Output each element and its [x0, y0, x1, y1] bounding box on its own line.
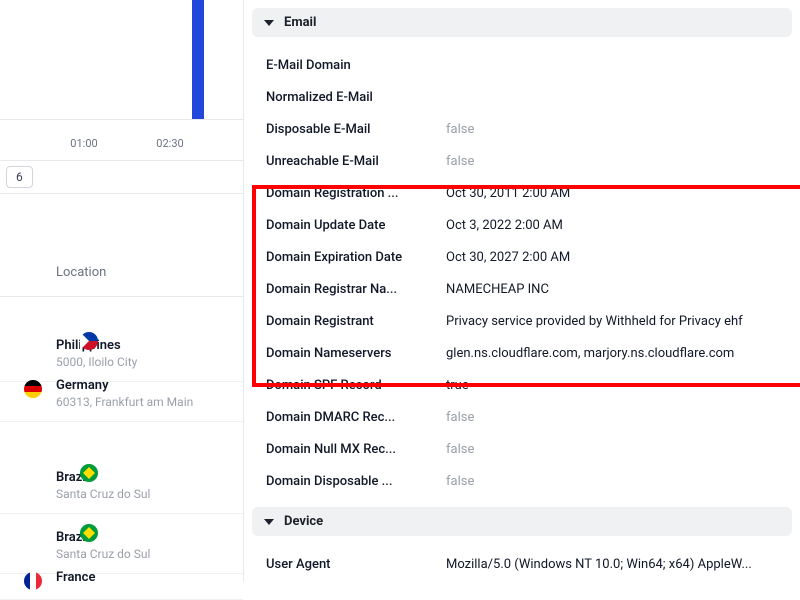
detail-label: Domain DMARC Rec...	[266, 410, 446, 425]
detail-row: Domain Nameserversglen.ns.cloudflare.com…	[252, 337, 792, 369]
detail-label: User Agent	[266, 557, 446, 572]
location-row[interactable]: Germany 60313, Frankfurt am Main	[0, 366, 243, 422]
detail-label: Domain SPF Record	[266, 378, 446, 393]
section-title: Email	[284, 15, 316, 30]
detail-value: glen.ns.cloudflare.com, marjory.ns.cloud…	[446, 346, 778, 361]
detail-row: Normalized E-Mail	[252, 81, 792, 113]
detail-value: Oct 30, 2027 2:00 AM	[446, 250, 778, 265]
flag-icon	[80, 332, 98, 350]
location-country: France	[56, 570, 231, 585]
chart-bar	[192, 0, 204, 119]
collapse-icon	[264, 519, 274, 525]
flag-icon	[80, 464, 98, 482]
detail-value: Mozilla/5.0 (Windows NT 10.0; Win64; x64…	[446, 557, 778, 572]
detail-label: Domain Disposable ...	[266, 474, 446, 489]
detail-label: Domain Expiration Date	[266, 250, 446, 265]
detail-label: Domain Registrant	[266, 314, 446, 329]
time-tick: 01:00	[70, 137, 97, 150]
detail-value: Privacy service provided by Withheld for…	[446, 314, 778, 329]
detail-label: Domain Nameservers	[266, 346, 446, 361]
email-details: E-Mail Domain Normalized E-Mail Disposable…	[252, 45, 792, 507]
detail-label: Disposable E-Mail	[266, 122, 446, 137]
detail-row: Domain Expiration DateOct 30, 2027 2:00 …	[252, 241, 792, 273]
detail-row: Unreachable E-Mailfalse	[252, 145, 792, 177]
detail-row: Domain Update DateOct 3, 2022 2:00 AM	[252, 209, 792, 241]
detail-row: Domain Registration ...Oct 30, 2011 2:00…	[252, 177, 792, 209]
filter-chip-row: 6	[0, 160, 243, 194]
flag-icon	[24, 572, 42, 590]
detail-label: Domain Update Date	[266, 218, 446, 233]
flag-icon	[80, 524, 98, 542]
detail-value: false	[446, 474, 778, 489]
detail-label: Domain Registrar Na...	[266, 282, 446, 297]
detail-row: Domain DMARC Rec...false	[252, 401, 792, 433]
detail-label: Normalized E-Mail	[266, 90, 446, 105]
timeline-chart	[0, 0, 243, 120]
detail-label: Unreachable E-Mail	[266, 154, 446, 169]
device-details: User Agent Mozilla/5.0 (Windows NT 10.0;…	[252, 544, 792, 590]
section-title: Device	[284, 514, 323, 529]
detail-value: Oct 3, 2022 2:00 AM	[446, 218, 778, 233]
detail-row: Domain SPF Recordtrue	[252, 369, 792, 401]
detail-value: false	[446, 410, 778, 425]
count-chip[interactable]: 6	[6, 166, 33, 188]
left-sidebar: 01:00 02:30 6 Location Philippines 5000,…	[0, 0, 244, 582]
detail-row: Disposable E-Mailfalse	[252, 113, 792, 145]
location-column-header: Location	[0, 265, 243, 280]
detail-row: Domain Registrar Na...NAMECHEAP INC	[252, 273, 792, 305]
detail-row: Domain Disposable ...false	[252, 465, 792, 497]
divider	[0, 296, 243, 297]
location-country: Germany	[56, 378, 231, 393]
detail-row: Domain Null MX Rec...false	[252, 433, 792, 465]
detail-value: Oct 30, 2011 2:00 AM	[446, 186, 778, 201]
section-header-email[interactable]: Email	[252, 8, 792, 37]
detail-label: E-Mail Domain	[266, 58, 446, 73]
detail-row: Domain RegistrantPrivacy service provide…	[252, 305, 792, 337]
chart-x-axis: 01:00 02:30	[0, 125, 243, 155]
section-header-device[interactable]: Device	[252, 507, 792, 536]
time-tick: 02:30	[156, 137, 183, 150]
detail-value: true	[446, 378, 778, 393]
detail-row: E-Mail Domain	[252, 49, 792, 81]
detail-row: User Agent Mozilla/5.0 (Windows NT 10.0;…	[252, 548, 792, 580]
detail-label: Domain Registration ...	[266, 186, 446, 201]
detail-value: false	[446, 154, 778, 169]
detail-value: false	[446, 442, 778, 457]
flag-icon	[24, 380, 42, 398]
location-city: 60313, Frankfurt am Main	[56, 395, 231, 409]
location-row[interactable]: France	[0, 558, 243, 600]
detail-label: Domain Null MX Rec...	[266, 442, 446, 457]
collapse-icon	[264, 20, 274, 26]
detail-value: NAMECHEAP INC	[446, 282, 778, 297]
detail-panel: Email E-Mail Domain Normalized E-Mail Disp…	[244, 0, 800, 582]
detail-value: false	[446, 122, 778, 137]
